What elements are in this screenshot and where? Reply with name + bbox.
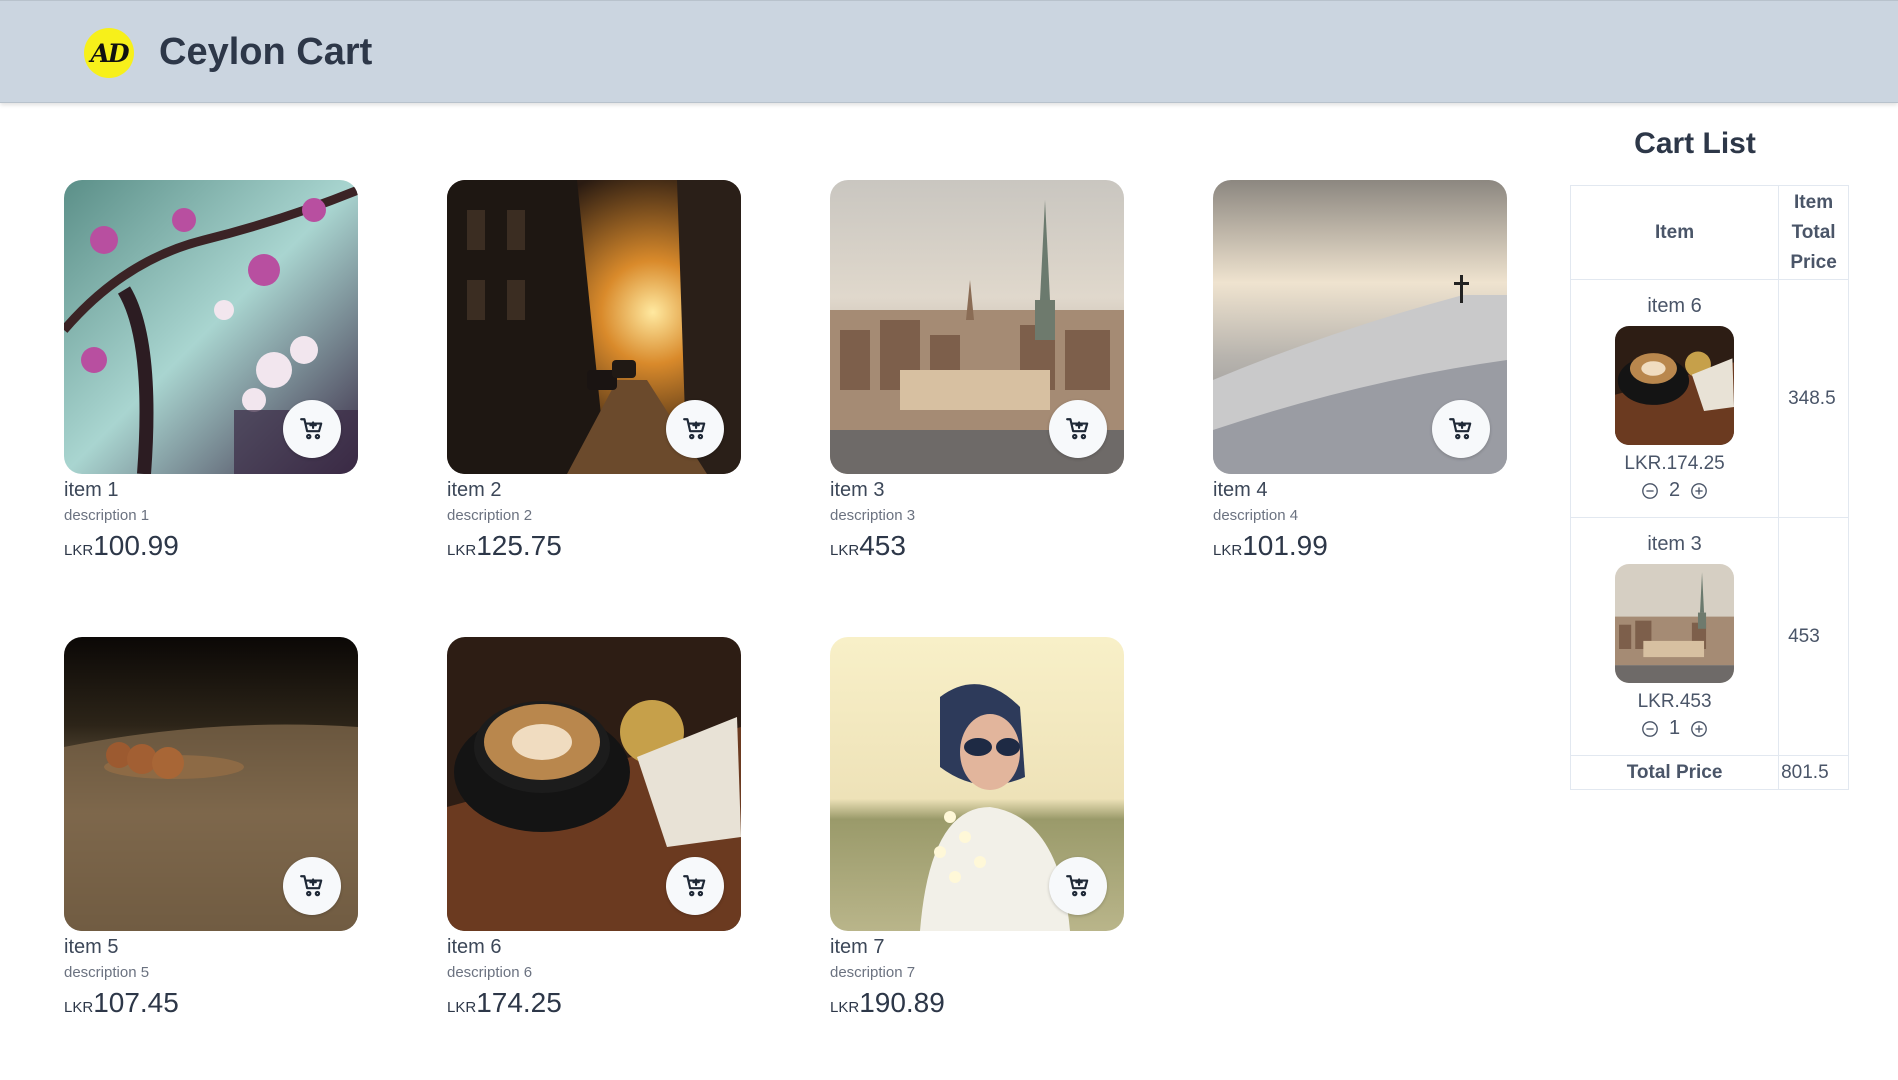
cart-item-total: 348.5 (1778, 279, 1849, 518)
product-description: description 3 (830, 507, 916, 524)
add-cart-icon (1066, 875, 1089, 897)
product-description: description 2 (447, 507, 533, 524)
product-image[interactable] (64, 180, 358, 474)
add-to-cart-button[interactable] (1049, 400, 1107, 458)
product-image[interactable] (1213, 180, 1507, 474)
product-price: LKR107.45 (64, 987, 358, 1019)
add-to-cart-button[interactable] (666, 857, 724, 915)
product-price: LKR453 (830, 530, 1124, 562)
product-grid: item 1 description 1 LKR100.99 item 2 de… (64, 180, 1534, 1060)
cart-table: Item Item Total Price item 6 LKR.174.25 (1569, 185, 1849, 790)
cart-item-name: item 3 (1647, 533, 1702, 555)
product-description: description 7 (830, 964, 916, 981)
cart-item-total: 453 (1778, 517, 1849, 756)
product-price: LKR174.25 (447, 987, 741, 1019)
product-name: item 2 (447, 479, 502, 501)
quantity-stepper: 1 (1571, 717, 1778, 740)
product-price-value: 107.45 (93, 987, 179, 1018)
product-card: item 4 description 4 LKR101.99 (1213, 180, 1507, 562)
product-image[interactable] (447, 637, 741, 931)
cart-item-image (1615, 564, 1735, 683)
product-price: LKR101.99 (1213, 530, 1507, 562)
product-name: item 7 (830, 936, 885, 958)
product-price-value: 125.75 (476, 530, 562, 561)
add-cart-icon (1066, 418, 1089, 440)
plus-circle-icon[interactable] (1690, 482, 1708, 500)
product-card: item 7 description 7 LKR190.89 (830, 637, 1124, 1019)
product-currency: LKR (64, 542, 94, 559)
cart-item-price: LKR.174.25 (1624, 453, 1725, 474)
product-price: LKR125.75 (447, 530, 741, 562)
add-to-cart-button[interactable] (666, 400, 724, 458)
cart-total-value: 801.5 (1778, 755, 1849, 790)
product-card: item 2 description 2 LKR125.75 (447, 180, 741, 562)
cart-header-total: Item Total Price (1778, 185, 1849, 280)
add-cart-icon (300, 875, 323, 897)
product-price-value: 100.99 (93, 530, 179, 561)
app-logo[interactable]: AD (84, 28, 134, 78)
add-cart-icon (1449, 418, 1472, 440)
cart-item-quantity: 2 (1668, 479, 1681, 501)
product-currency: LKR (830, 542, 860, 559)
product-name: item 4 (1213, 479, 1268, 501)
cart-item-cell: item 6 LKR.174.25 2 (1569, 279, 1780, 518)
product-image[interactable] (830, 180, 1124, 474)
cart-row: item 6 LKR.174.25 2 348.5 (1569, 279, 1849, 518)
add-to-cart-button[interactable] (283, 857, 341, 915)
cart-item-image (1615, 326, 1735, 445)
product-image[interactable] (64, 637, 358, 931)
product-description: description 5 (64, 964, 150, 981)
product-name: item 5 (64, 936, 119, 958)
product-description: description 6 (447, 964, 533, 981)
cart-item-price: LKR.453 (1637, 691, 1712, 712)
product-price-value: 174.25 (476, 987, 562, 1018)
add-to-cart-button[interactable] (1049, 857, 1107, 915)
product-card: item 1 description 1 LKR100.99 (64, 180, 358, 562)
product-name: item 3 (830, 479, 885, 501)
product-price-value: 453 (859, 530, 906, 561)
minus-circle-icon[interactable] (1641, 720, 1659, 738)
product-price: LKR190.89 (830, 987, 1124, 1019)
add-cart-icon (683, 875, 706, 897)
product-name: item 1 (64, 479, 119, 501)
cart-total-row: Total Price 801.5 (1569, 755, 1849, 790)
cart-row: item 3 LKR.453 1 453 (1569, 517, 1849, 756)
product-description: description 1 (64, 507, 150, 524)
product-currency: LKR (447, 542, 477, 559)
product-card: item 5 description 5 LKR107.45 (64, 637, 358, 1019)
product-image[interactable] (447, 180, 741, 474)
cart-header-item: Item (1569, 185, 1780, 280)
product-currency: LKR (64, 999, 94, 1016)
product-price-value: 190.89 (859, 987, 945, 1018)
cart-item-name: item 6 (1647, 295, 1702, 317)
cart-total-label: Total Price (1569, 755, 1780, 790)
app-header: AD Ceylon Cart (0, 0, 1898, 103)
product-currency: LKR (830, 999, 860, 1016)
product-price-value: 101.99 (1242, 530, 1328, 561)
quantity-stepper: 2 (1571, 479, 1778, 502)
app-title: Ceylon Cart (159, 31, 373, 73)
product-card: item 6 description 6 LKR174.25 (447, 637, 741, 1019)
add-to-cart-button[interactable] (283, 400, 341, 458)
plus-circle-icon[interactable] (1690, 720, 1708, 738)
product-name: item 6 (447, 936, 502, 958)
product-price: LKR100.99 (64, 530, 358, 562)
product-description: description 4 (1213, 507, 1299, 524)
cart-title: Cart List (1634, 127, 1756, 160)
product-card: item 3 description 3 LKR453 (830, 180, 1124, 562)
add-cart-icon (300, 418, 323, 440)
product-currency: LKR (1213, 542, 1243, 559)
product-image[interactable] (830, 637, 1124, 931)
add-cart-icon (683, 418, 706, 440)
add-to-cart-button[interactable] (1432, 400, 1490, 458)
cart-item-cell: item 3 LKR.453 1 (1569, 517, 1780, 756)
cart-item-quantity: 1 (1668, 717, 1681, 739)
minus-circle-icon[interactable] (1641, 482, 1659, 500)
product-currency: LKR (447, 999, 477, 1016)
